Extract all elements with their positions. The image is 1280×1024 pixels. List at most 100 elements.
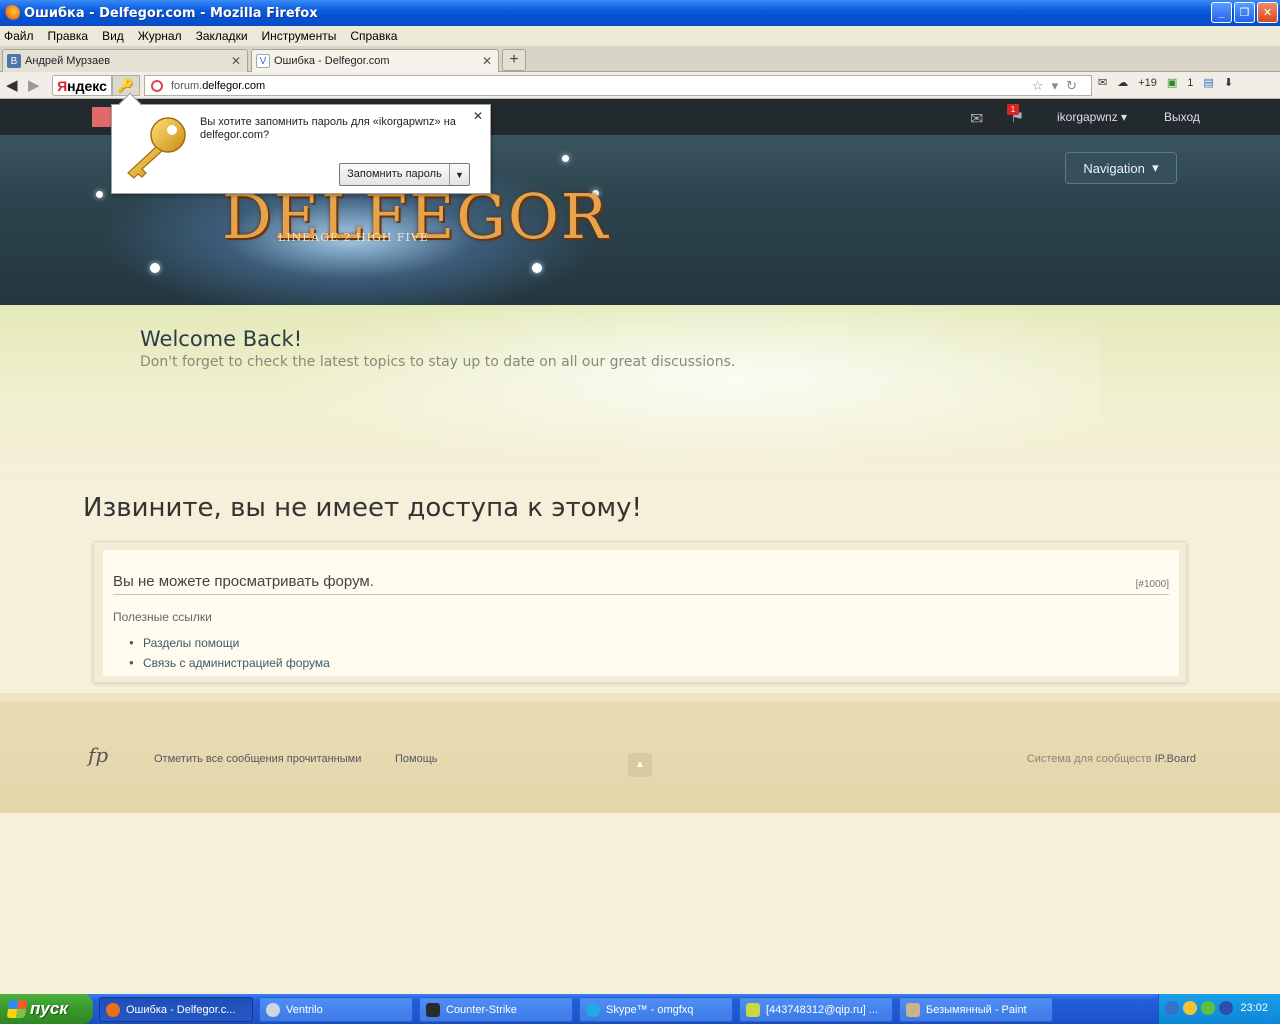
tab-close-icon[interactable]: ✕: [231, 54, 241, 68]
mail-icon[interactable]: ✉: [1098, 76, 1107, 89]
cloud-icon[interactable]: ☁: [1117, 76, 1128, 89]
forward-icon[interactable]: ▶: [28, 76, 40, 94]
clock: 23:02: [1240, 1002, 1268, 1014]
useful-links-title: Полезные ссылки: [113, 610, 212, 624]
error-box: Вы не можете просматривать форум. [#1000…: [93, 541, 1187, 683]
tab-vk[interactable]: В Андрей Мурзаев ✕: [2, 49, 248, 72]
navigation-button[interactable]: Navigation ▾: [1065, 152, 1177, 184]
menu-edit[interactable]: Правка: [48, 29, 89, 43]
useful-links: Разделы помощи Связь с администрацией фо…: [129, 636, 330, 676]
tray-volume-icon[interactable]: [1219, 1001, 1233, 1015]
powered-by-text: Система для сообществ: [1026, 753, 1155, 765]
navigation-toolbar: ◀ ▶ Яндекс 🔑 forum. delfegor.com ☆▾↻ ✉ ☁ …: [0, 72, 1280, 99]
start-button[interactable]: пуск: [0, 994, 93, 1024]
url-bar[interactable]: forum. delfegor.com ☆▾↻: [144, 75, 1092, 96]
mark-all-read-link[interactable]: Отметить все сообщения прочитанными: [154, 753, 361, 765]
back-icon[interactable]: ◀: [6, 76, 18, 94]
welcome-decoration: [180, 305, 1100, 483]
tray-arrow-icon[interactable]: [1165, 1001, 1179, 1015]
sparkle: [96, 191, 103, 198]
error-code: [#1000]: [1135, 579, 1169, 590]
popup-message: Вы хотите запомнить пароль для «ikorgapw…: [200, 116, 456, 141]
menu-file[interactable]: Файл: [4, 29, 34, 43]
messages-icon[interactable]: ✉: [970, 109, 983, 129]
back-to-top-icon[interactable]: ▲: [628, 753, 652, 777]
brand-block: [92, 107, 112, 127]
powered-by[interactable]: Система для сообществ IP.Board: [1027, 753, 1196, 765]
task-skype[interactable]: Skype™ - omgfxq: [579, 997, 733, 1022]
logout-link[interactable]: Выход: [1164, 110, 1200, 124]
yandex-button[interactable]: Яндекс: [52, 75, 112, 96]
task-label: Безымянный - Paint: [926, 1003, 1027, 1016]
task-qip[interactable]: [443748312@qip.ru] ...: [739, 997, 893, 1022]
menu-history[interactable]: Журнал: [138, 29, 182, 43]
site-identity-icon[interactable]: [151, 79, 163, 92]
task-firefox[interactable]: Ошибка - Delfegor.c...: [99, 997, 253, 1022]
maximize-button[interactable]: ❐: [1234, 2, 1255, 23]
taskbar: пуск Ошибка - Delfegor.c... Ventrilo Cou…: [0, 994, 1280, 1024]
task-label: [443748312@qip.ru] ...: [766, 1003, 879, 1016]
error-message: Вы не можете просматривать форум.: [113, 573, 374, 590]
key-icon: [127, 117, 186, 179]
counter-strike-icon: [426, 1002, 440, 1017]
tab-label: Ошибка - Delfegor.com: [274, 55, 390, 67]
help-link[interactable]: Помощь: [395, 753, 438, 765]
window-titlebar: Ошибка - Delfegor.com - Mozilla Firefox …: [0, 0, 1280, 26]
task-paint[interactable]: Безымянный - Paint: [899, 997, 1053, 1022]
task-label: Ventrilo: [286, 1003, 323, 1016]
user-menu[interactable]: ikorgapwnz ▾: [1057, 110, 1127, 124]
windows-flag-icon: [6, 1000, 28, 1018]
task-label: Ошибка - Delfegor.c...: [126, 1003, 236, 1016]
yandex-logo-rest: ндекс: [67, 78, 107, 94]
key-icon[interactable]: 🔑: [112, 75, 140, 96]
tab-close-icon[interactable]: ✕: [482, 54, 492, 68]
menu-view[interactable]: Вид: [102, 29, 124, 43]
minimize-button[interactable]: _: [1211, 2, 1232, 23]
task-label: Counter-Strike: [446, 1003, 517, 1016]
popup-close-icon[interactable]: ✕: [473, 109, 483, 123]
help-sections-link[interactable]: Разделы помощи: [129, 636, 330, 650]
window-controls: _ ❐ ✕: [1211, 2, 1278, 23]
menu-help[interactable]: Справка: [350, 29, 397, 43]
powered-by-brand: IP.Board: [1154, 753, 1196, 765]
notification-badge: 1: [1007, 104, 1019, 115]
tab-label: Андрей Мурзаев: [25, 55, 111, 67]
site-footer: fp Отметить все сообщения прочитанными П…: [0, 693, 1280, 813]
remember-password-label: Запомнить пароль: [340, 164, 450, 185]
toolbar-extensions: ✉ ☁ +19 ▣ 1 ▤ ⬇: [1098, 76, 1233, 90]
url-actions[interactable]: ☆▾↻: [1032, 78, 1085, 94]
tray-shield-icon[interactable]: [1201, 1001, 1215, 1015]
site-icon: V: [256, 54, 270, 68]
qip-icon: [746, 1002, 760, 1017]
task-counter-strike[interactable]: Counter-Strike: [419, 997, 573, 1022]
tab-bar: В Андрей Мурзаев ✕ V Ошибка - Delfegor.c…: [0, 46, 1280, 72]
save-password-popup: Вы хотите запомнить пароль для «ikorgapw…: [111, 92, 491, 194]
welcome-title: Welcome Back!: [140, 327, 303, 351]
task-label: Skype™ - omgfxq: [606, 1003, 694, 1016]
new-tab-button[interactable]: +: [502, 49, 526, 71]
close-button[interactable]: ✕: [1257, 2, 1278, 23]
extension-icon[interactable]: ▣: [1167, 76, 1177, 89]
username: ikorgapwnz: [1057, 110, 1118, 124]
url-domain: delfegor.com: [202, 79, 266, 92]
tray-network-icon[interactable]: [1183, 1001, 1197, 1015]
tab-delfegor[interactable]: V Ошибка - Delfegor.com ✕: [251, 49, 499, 72]
extension-count: 1: [1187, 76, 1194, 89]
menu-bar: Файл Правка Вид Журнал Закладки Инструме…: [0, 26, 1280, 46]
download-icon[interactable]: ⬇: [1224, 76, 1233, 89]
menu-tools[interactable]: Инструменты: [262, 29, 337, 43]
remember-password-button[interactable]: Запомнить пароль ▼: [339, 163, 470, 186]
mail-count: +19: [1138, 76, 1157, 89]
divider: [113, 594, 1169, 595]
contact-admin-link[interactable]: Связь с администрацией форума: [129, 656, 330, 670]
menu-bookmarks[interactable]: Закладки: [196, 29, 248, 43]
sparkle: [150, 263, 160, 273]
start-label: пуск: [30, 999, 68, 1018]
url-host: forum.: [171, 79, 203, 92]
page-title: Извините, вы не имеет доступа к этому!: [83, 493, 642, 523]
firefox-icon: [4, 5, 20, 21]
welcome-text: Don't forget to check the latest topics …: [140, 354, 736, 370]
task-ventrilo[interactable]: Ventrilo: [259, 997, 413, 1022]
chevron-down-icon[interactable]: ▼: [450, 170, 469, 180]
addon-icon[interactable]: ▤: [1203, 76, 1213, 89]
